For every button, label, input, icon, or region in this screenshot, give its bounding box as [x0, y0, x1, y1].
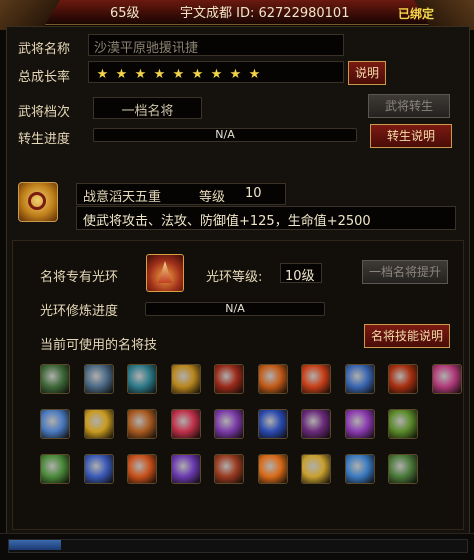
spin-axe-icon[interactable] — [40, 364, 70, 394]
violet-spiral-icon[interactable] — [344, 409, 375, 439]
aura-level-box: 10级 — [280, 263, 322, 284]
growth-star-icon: ★ — [134, 67, 147, 82]
green-figure-icon[interactable] — [40, 454, 70, 484]
growth-star-icon: ★ — [172, 67, 185, 82]
general-name-field[interactable]: 沙漠平原驰援讯捷 — [88, 34, 344, 56]
flame-figure-icon — [158, 261, 172, 283]
skills-explain-button[interactable]: 名将技能说明 — [364, 324, 450, 348]
general-grade-box: 一档名将 — [93, 97, 202, 119]
green-spirit-icon[interactable] — [388, 409, 418, 439]
growth-stars: ★ ★ ★ ★ ★ ★ ★ ★ ★ — [93, 63, 264, 82]
aura-icon[interactable] — [146, 254, 184, 292]
horizontal-scrollbar[interactable] — [8, 539, 468, 553]
rebirth-button[interactable]: 武将转生 — [368, 94, 450, 118]
growth-star-icon: ★ — [229, 67, 242, 82]
golden-shield-icon[interactable] — [83, 409, 114, 439]
pink-wings-icon[interactable] — [431, 364, 462, 394]
red-totem-icon[interactable] — [214, 454, 244, 484]
skill-description-box: 使武将攻击、法攻、防御值+125，生命值+2500 — [76, 206, 456, 230]
fire-wave-icon[interactable] — [257, 364, 288, 394]
growth-stars-box: ★ ★ ★ ★ ★ ★ ★ ★ ★ — [88, 61, 344, 83]
bound-status: 已绑定 — [398, 7, 435, 21]
fire-sword-icon[interactable] — [301, 364, 331, 394]
growth-star-icon: ★ — [115, 67, 128, 82]
blue-swirl-icon[interactable] — [257, 409, 288, 439]
skill-level-label: 等级 — [199, 190, 226, 205]
growth-star-icon: ★ — [191, 67, 204, 82]
growth-star-icon: ★ — [96, 67, 109, 82]
explain-button[interactable]: 说明 — [348, 61, 386, 85]
swirl-emblem-icon — [28, 192, 46, 210]
growth-star-icon: ★ — [153, 67, 166, 82]
green-golem-icon[interactable] — [388, 454, 418, 484]
growth-star-icon: ★ — [210, 67, 223, 82]
general-name-text: 沙漠平原驰援讯捷 — [94, 41, 199, 56]
rebirth-progress-text: N/A — [215, 128, 235, 141]
ice-spear-icon[interactable] — [344, 364, 375, 394]
golden-blade-icon[interactable] — [170, 364, 201, 394]
aura-level-label: 光环等级: — [206, 270, 263, 285]
scrollbar-thumb[interactable] — [9, 540, 61, 550]
purple-orb-icon[interactable] — [214, 409, 244, 439]
aura-progress-bar: N/A — [145, 302, 325, 316]
violet-mage-icon[interactable] — [170, 454, 201, 484]
aura-label: 名将专有光环 — [40, 270, 119, 285]
hammer-icon[interactable] — [83, 364, 114, 394]
growth-rate-label: 总成长率 — [18, 70, 71, 85]
blue-ghost-icon[interactable] — [83, 454, 114, 484]
general-grade-label: 武将档次 — [18, 105, 71, 120]
skill-name-box: 战意滔天五重 等级 10 — [76, 183, 286, 205]
flame-warrior-icon[interactable] — [388, 364, 418, 394]
dragon-icon[interactable] — [127, 409, 157, 439]
aura-progress-text: N/A — [225, 302, 245, 315]
blue-wings-icon[interactable] — [40, 409, 70, 439]
available-skills-label: 当前可使用的名将技 — [40, 338, 158, 353]
battle-spirit-skill-icon[interactable] — [18, 182, 58, 222]
skill-description: 使武将攻击、法攻、防御值+125，生命值+2500 — [83, 214, 371, 229]
aura-upgrade-button[interactable]: 一档名将提升 — [362, 260, 448, 284]
rebirth-explain-button[interactable]: 转生说明 — [370, 124, 452, 148]
blaze-icon[interactable] — [257, 454, 288, 484]
skill-level-value: 10 — [245, 186, 262, 201]
rebirth-progress-bar: N/A — [93, 128, 357, 142]
red-slash-icon[interactable] — [214, 364, 244, 394]
aura-level-value: 10级 — [285, 269, 315, 284]
general-grade-value: 一档名将 — [121, 104, 174, 119]
purple-demon-icon[interactable] — [301, 409, 331, 439]
player-level: 65级 — [110, 6, 140, 21]
general-name-label: 武将名称 — [18, 42, 71, 57]
fire-pillars-icon[interactable] — [127, 454, 157, 484]
rebirth-progress-label: 转生进度 — [18, 132, 71, 147]
golden-burst-icon[interactable] — [301, 454, 331, 484]
hearts-icon[interactable] — [170, 409, 201, 439]
whirl-icon[interactable] — [127, 364, 157, 394]
ice-figure-icon[interactable] — [344, 454, 375, 484]
player-name-id: 宇文成都 ID: 62722980101 — [180, 6, 350, 21]
growth-star-icon: ★ — [248, 67, 261, 82]
skill-name: 战意滔天五重 — [83, 190, 162, 205]
aura-progress-label: 光环修炼进度 — [40, 304, 119, 319]
